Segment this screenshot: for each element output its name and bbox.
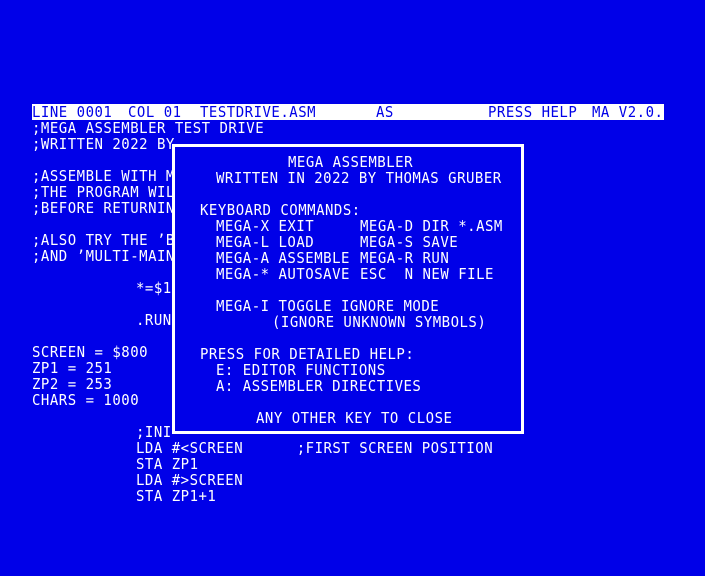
code-line[interactable]: LDA #>SCREEN <box>136 472 243 490</box>
ignore-description: (IGNORE UNKNOWN SYMBOLS) <box>272 314 487 332</box>
help-assembler-directives[interactable]: A: ASSEMBLER DIRECTIVES <box>216 378 421 396</box>
command-load: MEGA-L LOAD <box>216 234 315 252</box>
commands-header: KEYBOARD COMMANDS: <box>200 202 361 220</box>
command-new-file: ESC N NEW FILE <box>360 266 494 284</box>
command-dir: MEGA-D DIR *.ASM <box>360 218 503 236</box>
status-bar: LINE 0001 COL 01 TESTDRIVE.ASM AS PRESS … <box>32 104 672 122</box>
help-header: PRESS FOR DETAILED HELP: <box>200 346 415 364</box>
code-line[interactable]: ZP1 = 251 <box>32 360 112 378</box>
code-line[interactable]: ;THE PROGRAM WILL <box>32 184 184 202</box>
dialog-title: MEGA ASSEMBLER <box>288 154 414 172</box>
column-indicator: COL 01 <box>128 104 182 122</box>
code-line[interactable]: ;AND ’MULTI-MAIN’ <box>32 248 184 266</box>
help-hint: PRESS HELP <box>488 104 578 122</box>
code-line[interactable]: ;INI <box>136 424 172 442</box>
code-line[interactable]: ;MEGA ASSEMBLER TEST DRIVE <box>32 120 264 138</box>
command-ignore: MEGA-I TOGGLE IGNORE MODE <box>216 298 440 316</box>
version-label: MA V2.0.0 <box>592 104 673 122</box>
command-save: MEGA-S SAVE <box>360 234 459 252</box>
code-line[interactable]: ;ALSO TRY THE ’BA <box>32 232 184 250</box>
editor-screen[interactable]: LINE 0001 COL 01 TESTDRIVE.ASM AS PRESS … <box>0 0 705 576</box>
code-line[interactable]: STA ZP1 <box>136 456 199 474</box>
command-autosave: MEGA-* AUTOSAVE <box>216 266 350 284</box>
code-line[interactable]: SCREEN = $800 <box>32 344 148 362</box>
code-line[interactable]: ;BEFORE RETURNING <box>32 200 184 218</box>
code-line[interactable]: *=$1 <box>136 280 172 298</box>
filename: TESTDRIVE.ASM <box>200 104 317 122</box>
help-dialog[interactable]: MEGA ASSEMBLER WRITTEN IN 2022 BY THOMAS… <box>172 144 524 434</box>
command-run: MEGA-R RUN <box>360 250 450 268</box>
code-line[interactable]: ;ASSEMBLE WITH ME <box>32 168 184 186</box>
code-line[interactable]: LDA #<SCREEN ;FIRST SCREEN POSITION <box>136 440 493 458</box>
code-line[interactable]: STA ZP1+1 <box>136 488 216 506</box>
help-editor-functions[interactable]: E: EDITOR FUNCTIONS <box>216 362 386 380</box>
line-indicator: LINE 0001 <box>32 104 113 122</box>
code-line[interactable]: CHARS = 1000 <box>32 392 139 410</box>
mode-indicator: AS <box>376 104 394 122</box>
command-exit: MEGA-X EXIT <box>216 218 315 236</box>
code-line[interactable]: ZP2 = 253 <box>32 376 112 394</box>
code-line[interactable]: .RUN <box>136 312 172 330</box>
code-line[interactable]: ;WRITTEN 2022 BY <box>32 136 175 154</box>
dialog-author: WRITTEN IN 2022 BY THOMAS GRUBER <box>216 170 502 188</box>
close-hint[interactable]: ANY OTHER KEY TO CLOSE <box>256 410 452 428</box>
command-assemble: MEGA-A ASSEMBLE <box>216 250 350 268</box>
